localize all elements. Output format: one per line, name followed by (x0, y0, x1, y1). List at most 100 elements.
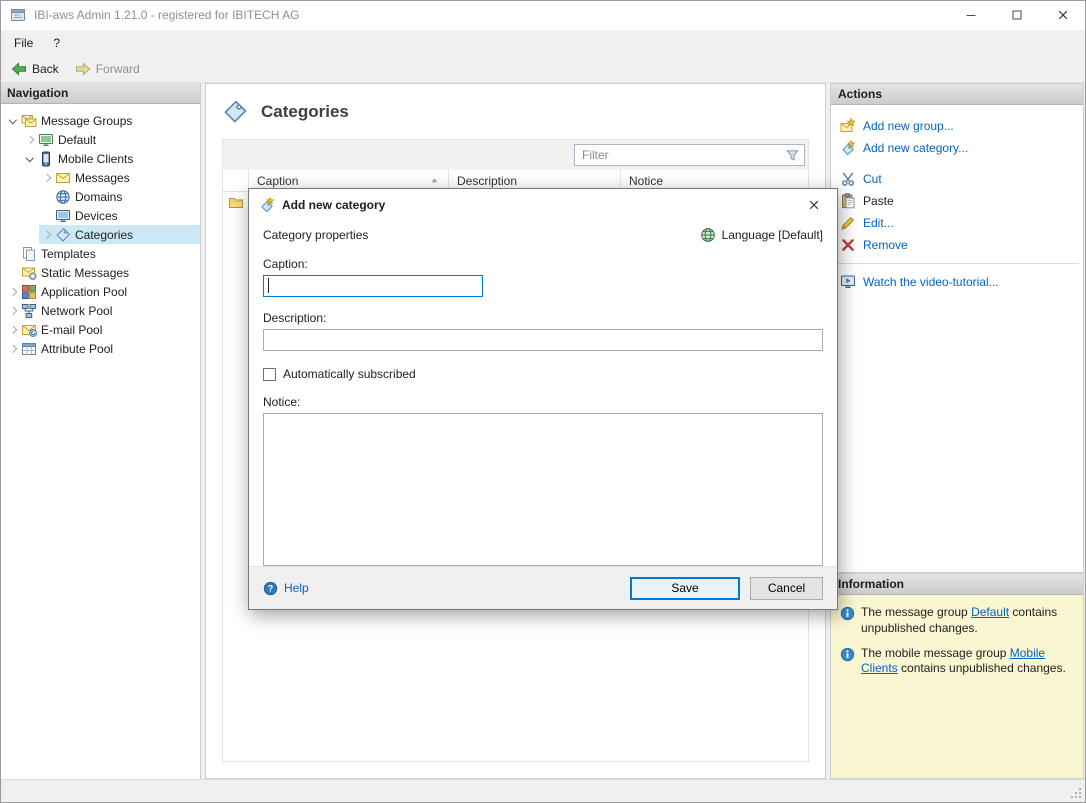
chevron-right-icon[interactable] (22, 132, 37, 147)
chevron-right-icon[interactable] (5, 303, 20, 318)
chevron-right-icon[interactable] (39, 227, 54, 242)
tree-item-static-messages[interactable]: Static Messages (5, 263, 200, 282)
language-selector[interactable]: Language [Default] (700, 227, 823, 243)
action-add-new-group[interactable]: Add new group... (831, 115, 1083, 137)
back-button[interactable]: Back (4, 58, 66, 80)
tree-item-network-pool[interactable]: Network Pool (5, 301, 200, 320)
action-cut[interactable]: Cut (831, 168, 1083, 190)
description-field[interactable] (263, 329, 823, 351)
forward-button[interactable]: Forward (68, 58, 147, 80)
chevron-down-icon[interactable] (22, 151, 37, 166)
tree-item-application-pool[interactable]: Application Pool (5, 282, 200, 301)
back-arrow-icon (11, 61, 27, 77)
filter-box (574, 144, 805, 166)
messages-icon (55, 170, 71, 186)
notice-field[interactable] (263, 413, 823, 566)
chevron-right-icon[interactable] (39, 170, 54, 185)
text-caret (268, 278, 269, 293)
language-label: Language [Default] (722, 228, 823, 242)
menu-item-file[interactable]: File (4, 32, 43, 54)
column-label-description: Description (457, 174, 517, 188)
action-edit[interactable]: Edit... (831, 212, 1083, 234)
maximize-button[interactable] (994, 0, 1040, 30)
action-paste[interactable]: Paste (831, 190, 1083, 212)
information-link-mobile-clients[interactable]: Mobile Clients (861, 646, 1045, 676)
static-messages-icon (21, 265, 37, 281)
action-remove[interactable]: Remove (831, 234, 1083, 256)
edit-icon (840, 215, 856, 231)
action-label: Watch the video-tutorial... (863, 275, 999, 289)
close-button[interactable] (1040, 0, 1086, 30)
status-bar (0, 779, 1086, 803)
message-groups-icon (21, 113, 37, 129)
column-label-notice: Notice (629, 174, 663, 188)
minimize-button[interactable] (948, 0, 994, 30)
categories-icon (222, 99, 248, 125)
tree-item-e-mail-pool[interactable]: E-mail Pool (5, 320, 200, 339)
tree-item-messages[interactable]: Messages (39, 168, 200, 187)
information-text: The mobile message group Mobile Clients … (861, 646, 1074, 678)
title-bar: IBI-aws Admin 1.21.0 - registered for IB… (0, 0, 1086, 30)
application-pool-icon (21, 284, 37, 300)
auto-subscribe-label: Automatically subscribed (283, 367, 416, 381)
navigation-tree: Message GroupsDefault Mobile Clients Messa… (0, 104, 200, 358)
svg-text:?: ? (268, 583, 273, 593)
icon-column-header[interactable] (223, 170, 249, 191)
dialog-body: Category properties Language [Default] C… (249, 220, 837, 566)
information-header: Information (831, 574, 1083, 595)
tree-item-label: Templates (41, 247, 102, 261)
dialog-close-button[interactable] (801, 189, 827, 220)
notice-label: Notice: (263, 395, 823, 409)
save-button[interactable]: Save (630, 577, 740, 600)
tree-item-label: Devices (75, 209, 124, 223)
add-category-icon (840, 140, 856, 156)
chevron-placeholder (39, 189, 54, 204)
chevron-right-icon[interactable] (5, 284, 20, 299)
tree-item-devices[interactable]: Devices (39, 206, 200, 225)
information-list: The message group Default contains unpub… (831, 595, 1083, 686)
resize-grip[interactable] (1067, 784, 1083, 800)
actions-panel: Actions Add new group...Add new category… (830, 83, 1084, 573)
action-add-new-category[interactable]: Add new category... (831, 137, 1083, 159)
dialog-title: Add new category (282, 198, 385, 212)
information-link-default[interactable]: Default (971, 605, 1009, 619)
action-watch-the-video-tutorial[interactable]: Watch the video-tutorial... (831, 271, 1083, 293)
chevron-placeholder (39, 208, 54, 223)
tree-item-domains[interactable]: Domains (39, 187, 200, 206)
network-pool-icon (21, 303, 37, 319)
chevron-right-icon[interactable] (5, 322, 20, 337)
info-icon (840, 606, 855, 637)
tree-item-message-groups[interactable]: Message Groups (5, 111, 200, 130)
help-link[interactable]: ? Help (263, 581, 309, 596)
add-new-category-dialog: Add new category Category properties Lan… (248, 188, 838, 610)
menu-item-help[interactable]: ? (43, 32, 70, 54)
window-controls (948, 0, 1086, 30)
app-icon (10, 7, 26, 23)
chevron-down-icon[interactable] (5, 113, 20, 128)
caption-field-wrap (263, 275, 483, 297)
tree-item-default[interactable]: Default (22, 130, 200, 149)
mobile-clients-icon (38, 151, 54, 167)
auto-subscribe-checkbox[interactable] (263, 368, 276, 381)
tree-item-categories[interactable]: Categories (39, 225, 200, 244)
caption-field[interactable] (263, 275, 483, 297)
tree-item-label: E-mail Pool (41, 323, 108, 337)
filter-funnel-icon (785, 148, 800, 163)
email-pool-icon (21, 322, 37, 338)
minimize-icon (963, 7, 979, 23)
actions-header: Actions (831, 84, 1083, 105)
tree-item-templates[interactable]: Templates (5, 244, 200, 263)
information-panel: Information The message group Default co… (830, 573, 1084, 779)
window-title: IBI-aws Admin 1.21.0 - registered for IB… (34, 8, 299, 22)
categories-icon (55, 227, 71, 243)
tree-item-attribute-pool[interactable]: Attribute Pool (5, 339, 200, 358)
cancel-button[interactable]: Cancel (750, 577, 823, 600)
video-icon (840, 274, 856, 290)
chevron-right-icon[interactable] (5, 341, 20, 356)
tree-item-label: Mobile Clients (58, 152, 139, 166)
tree-item-mobile-clients[interactable]: Mobile Clients (22, 149, 200, 168)
navigation-header: Navigation (0, 83, 200, 104)
help-label: Help (284, 581, 309, 595)
tree-item-label: Attribute Pool (41, 342, 119, 356)
filter-input[interactable] (582, 148, 781, 162)
